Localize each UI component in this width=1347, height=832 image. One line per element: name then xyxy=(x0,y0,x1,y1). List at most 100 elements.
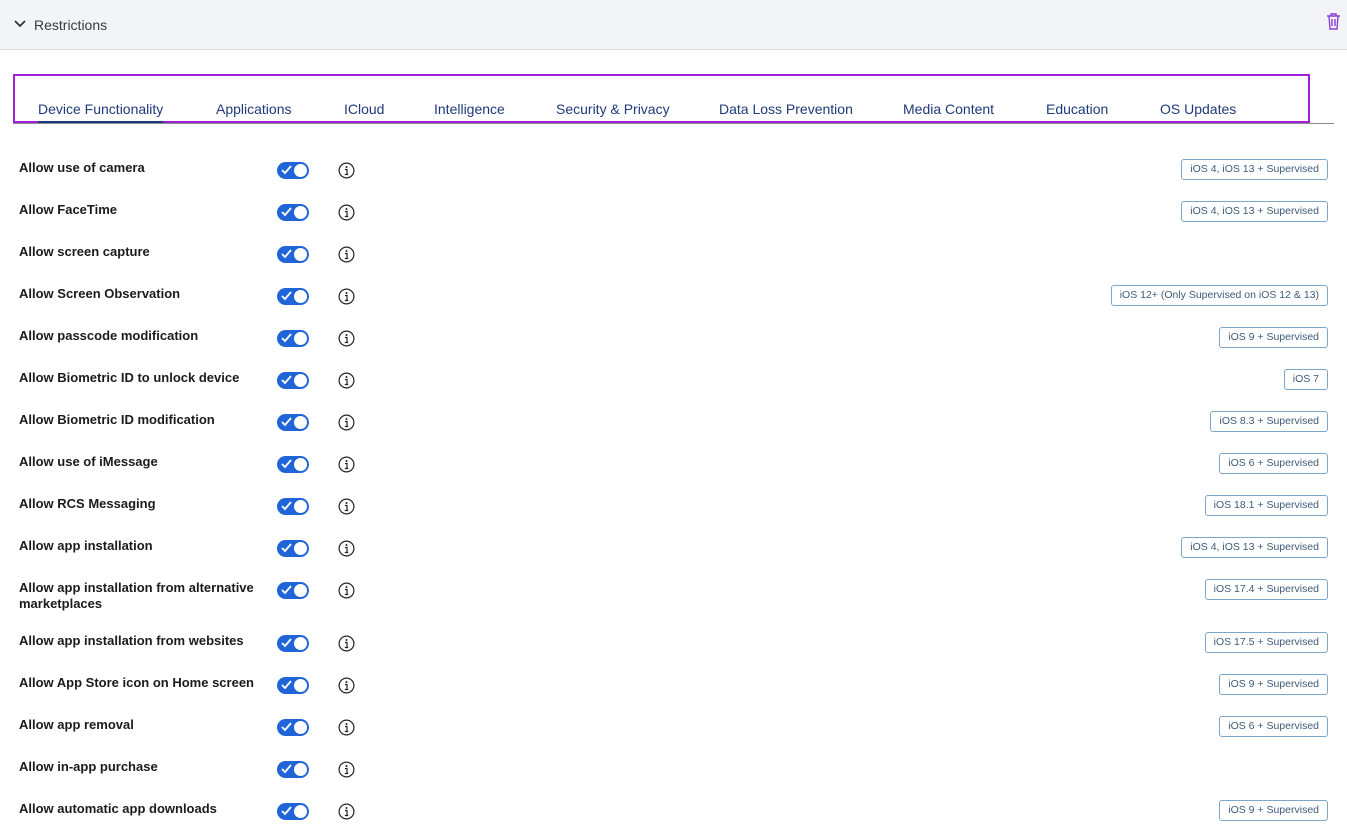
info-circle-icon[interactable] xyxy=(338,204,355,221)
info-circle-icon[interactable] xyxy=(338,330,355,347)
check-icon xyxy=(281,680,292,690)
setting-toggle[interactable] xyxy=(277,372,309,389)
toggle-knob xyxy=(294,164,307,177)
tab-security-privacy[interactable]: Security & Privacy xyxy=(556,101,670,123)
info-circle-icon[interactable] xyxy=(338,635,355,652)
os-version-badge: iOS 6 + Supervised xyxy=(1219,716,1328,737)
tab-os-updates[interactable]: OS Updates xyxy=(1160,101,1236,123)
setting-row: Allow FaceTime iOS 4, iOS 13 + Supervised xyxy=(0,201,1347,242)
setting-label: Allow FaceTime xyxy=(19,202,118,217)
info-circle-icon[interactable] xyxy=(338,246,355,263)
setting-row: Allow automatic app downloads iOS 9 + Sup… xyxy=(0,800,1347,832)
setting-toggle[interactable] xyxy=(277,635,309,652)
check-icon xyxy=(281,501,292,511)
setting-toggle[interactable] xyxy=(277,803,309,820)
setting-row: Allow App Store icon on Home screen iOS 9… xyxy=(0,674,1347,715)
setting-label: Allow app installation from alternative … xyxy=(19,580,254,611)
setting-label: Allow screen capture xyxy=(19,244,150,259)
setting-toggle[interactable] xyxy=(277,288,309,305)
info-circle-icon[interactable] xyxy=(338,540,355,557)
info-circle-icon[interactable] xyxy=(338,498,355,515)
tab-device-functionality[interactable]: Device Functionality xyxy=(38,101,164,123)
setting-label: Allow RCS Messaging xyxy=(19,496,156,511)
toggle-knob xyxy=(294,721,307,734)
toggle-knob xyxy=(294,206,307,219)
setting-row: Allow app removal iOS 6 + Supervised xyxy=(0,716,1347,757)
setting-label: Allow in-app purchase xyxy=(19,759,158,774)
setting-row: Allow app installation from alternative … xyxy=(0,579,1347,620)
setting-toggle[interactable] xyxy=(277,498,309,515)
os-version-badge: iOS 4, iOS 13 + Supervised xyxy=(1181,159,1328,180)
toggle-knob xyxy=(294,679,307,692)
setting-label: Allow Biometric ID to unlock device xyxy=(19,370,240,385)
toggle-knob xyxy=(294,290,307,303)
setting-toggle[interactable] xyxy=(277,456,309,473)
toggle-knob xyxy=(294,416,307,429)
setting-row: Allow app installation from websites iOS … xyxy=(0,632,1347,673)
toggle-knob xyxy=(294,458,307,471)
check-icon xyxy=(281,764,292,774)
os-version-badge: iOS 6 + Supervised xyxy=(1219,453,1328,474)
os-version-badge: iOS 4, iOS 13 + Supervised xyxy=(1181,537,1328,558)
setting-label: Allow passcode modification xyxy=(19,328,199,343)
setting-toggle[interactable] xyxy=(277,540,309,557)
setting-label: Allow Screen Observation xyxy=(19,286,181,301)
setting-row: Allow passcode modification iOS 9 + Super… xyxy=(0,327,1347,368)
setting-label: Allow app removal xyxy=(19,717,134,732)
setting-row: Allow use of iMessage iOS 6 + Supervised xyxy=(0,453,1347,494)
tab-data-loss-prevention[interactable]: Data Loss Prevention xyxy=(719,101,853,123)
toggle-knob xyxy=(294,248,307,261)
setting-row: Allow app installation iOS 4, iOS 13 + Su… xyxy=(0,537,1347,578)
setting-row: Allow screen capture xyxy=(0,244,1347,284)
check-icon xyxy=(281,333,292,343)
os-version-badge: iOS 9 + Supervised xyxy=(1219,327,1328,348)
setting-label: Allow use of camera xyxy=(19,160,145,175)
os-version-badge: iOS 4, iOS 13 + Supervised xyxy=(1181,201,1328,222)
os-version-badge: iOS 17.5 + Supervised xyxy=(1204,632,1328,653)
toggle-knob xyxy=(294,637,307,650)
info-circle-icon[interactable] xyxy=(338,582,355,599)
setting-toggle[interactable] xyxy=(277,204,309,221)
chevron-down-icon[interactable] xyxy=(13,17,27,31)
check-icon xyxy=(281,722,292,732)
toggle-knob xyxy=(294,332,307,345)
setting-toggle[interactable] xyxy=(277,330,309,347)
check-icon xyxy=(281,543,292,553)
trash-icon[interactable] xyxy=(1326,13,1341,30)
check-icon xyxy=(281,207,292,217)
info-circle-icon[interactable] xyxy=(338,372,355,389)
setting-toggle[interactable] xyxy=(277,761,309,778)
setting-label: Allow app installation from websites xyxy=(19,633,244,648)
setting-toggle[interactable] xyxy=(277,582,309,599)
section-header[interactable]: Restrictions xyxy=(0,0,1347,50)
setting-toggle[interactable] xyxy=(277,677,309,694)
info-circle-icon[interactable] xyxy=(338,456,355,473)
info-circle-icon[interactable] xyxy=(338,162,355,179)
setting-toggle[interactable] xyxy=(277,414,309,431)
check-icon xyxy=(281,291,292,301)
os-version-badge: iOS 7 xyxy=(1283,369,1328,390)
setting-row: Allow Screen Observation iOS 12+ (Only Su… xyxy=(0,285,1347,326)
info-circle-icon[interactable] xyxy=(338,803,355,820)
os-version-badge: iOS 17.4 + Supervised xyxy=(1204,579,1328,600)
info-circle-icon[interactable] xyxy=(338,719,355,736)
tab-icloud[interactable]: ICloud xyxy=(344,101,384,123)
check-icon xyxy=(281,585,292,595)
setting-toggle[interactable] xyxy=(277,719,309,736)
os-version-badge: iOS 12+ (Only Supervised on iOS 12 & 13) xyxy=(1110,285,1328,306)
os-version-badge: iOS 18.1 + Supervised xyxy=(1204,495,1328,516)
tab-media-content[interactable]: Media Content xyxy=(903,101,994,123)
info-circle-icon[interactable] xyxy=(338,288,355,305)
tab-applications[interactable]: Applications xyxy=(216,101,292,123)
info-circle-icon[interactable] xyxy=(338,677,355,694)
tab-intelligence[interactable]: Intelligence xyxy=(434,101,505,123)
setting-toggle[interactable] xyxy=(277,246,309,263)
setting-toggle[interactable] xyxy=(277,162,309,179)
setting-row: Allow use of camera iOS 4, iOS 13 + Super… xyxy=(0,159,1347,200)
info-circle-icon[interactable] xyxy=(338,761,355,778)
toggle-knob xyxy=(294,584,307,597)
info-circle-icon[interactable] xyxy=(338,414,355,431)
setting-row: Allow Biometric ID to unlock device iOS 7 xyxy=(0,369,1347,410)
tab-education[interactable]: Education xyxy=(1046,101,1108,123)
check-icon xyxy=(281,375,292,385)
